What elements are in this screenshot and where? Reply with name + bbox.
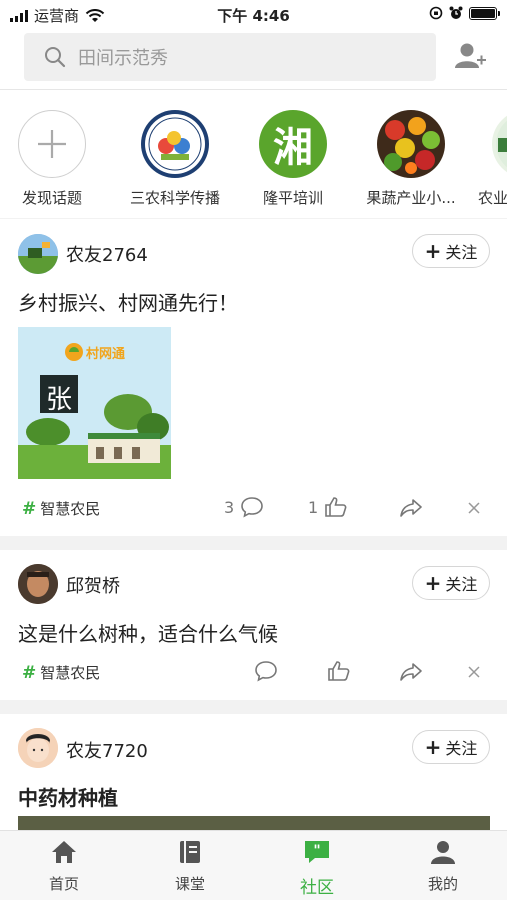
search-header: 田间示范秀 (0, 28, 507, 90)
tab-mine[interactable]: 我的 (403, 839, 483, 894)
fruit-image (377, 110, 445, 178)
tag-label: 智慧农民 (40, 664, 101, 682)
status-bar: 运营商 下午 4:46 (0, 0, 507, 28)
comment-icon (241, 497, 263, 518)
xiang-logo: 湘 (259, 110, 327, 178)
topic-label: 果蔬产业小... (366, 189, 456, 207)
book-icon (180, 841, 200, 863)
topic-label: 隆平培训 (262, 189, 323, 207)
comment-button[interactable]: 3 (224, 496, 264, 518)
topic-tag[interactable]: # 智慧农民 (22, 662, 100, 683)
close-icon[interactable] (467, 501, 481, 515)
topic-label: 三农科学传播 (129, 189, 220, 207)
like-count: 1 (308, 497, 319, 517)
plus-icon: + (424, 571, 442, 595)
tab-label: 课堂 (174, 875, 205, 893)
topic-longping[interactable]: 湘 隆平培训 (243, 110, 343, 208)
post-text: 中药材种植 (18, 786, 118, 810)
tab-label: 我的 (427, 875, 458, 893)
search-icon (45, 47, 66, 68)
follow-label: 关注 (445, 243, 478, 262)
topic-fruit-veg[interactable]: 果蔬产业小... (361, 110, 461, 208)
science-logo (141, 110, 209, 178)
follow-button[interactable]: + 关注 (412, 730, 490, 764)
like-button[interactable]: 1 (308, 496, 348, 518)
hash-icon: # (22, 662, 37, 683)
partial-logo (492, 110, 507, 178)
topic-label: 农业 (478, 189, 507, 207)
battery-icon (469, 6, 500, 20)
share-icon[interactable] (399, 497, 423, 519)
topic-agriculture[interactable]: 农业 (470, 110, 507, 208)
topic-tag[interactable]: # 智慧农民 (22, 498, 100, 519)
search-input[interactable]: 田间示范秀 (24, 33, 436, 81)
person-icon (431, 841, 455, 864)
post-card[interactable]: 农友2764 + 关注 乡村振兴、村网通先行！ 村网通 张 # 智慧农民 3 1 (0, 219, 507, 536)
topic-label: 发现话题 (21, 189, 82, 207)
post-image[interactable]: 村网通 张 (18, 327, 171, 479)
avatar[interactable] (18, 564, 58, 604)
home-icon (52, 841, 76, 863)
plus-icon: + (424, 735, 442, 759)
image-calligraphy: 张 (45, 385, 72, 415)
community-icon: " (305, 841, 329, 863)
post-image[interactable] (18, 816, 490, 830)
plus-icon: + (424, 239, 442, 263)
search-placeholder: 田间示范秀 (78, 48, 168, 69)
thumbs-up-icon (325, 497, 347, 517)
tab-label: 首页 (48, 875, 79, 893)
post-card[interactable]: 农友7720 + 关注 中药材种植 (0, 714, 507, 830)
tab-label: 社区 (300, 878, 334, 898)
follow-label: 关注 (445, 739, 478, 758)
avatar[interactable] (18, 728, 58, 768)
add-friend-icon[interactable] (455, 42, 487, 72)
topics-strip: 发现话题 三农科学传播 湘 隆平培训 果蔬产业小... 农业 (0, 90, 507, 218)
orientation-lock-icon (429, 6, 443, 20)
app-screen: 运营商 下午 4:46 田间示范秀 发现话题 三农科学传播 湘 隆平培训 果蔬产… (0, 0, 507, 900)
tab-home[interactable]: 首页 (24, 839, 104, 894)
alarm-icon (449, 6, 463, 19)
bottom-tab-bar: 首页 课堂 " 社区 我的 (0, 830, 507, 900)
username[interactable]: 邱贺桥 (66, 572, 120, 598)
follow-button[interactable]: + 关注 (412, 566, 490, 600)
username[interactable]: 农友7720 (66, 737, 148, 763)
post-text: 乡村振兴、村网通先行！ (18, 291, 238, 315)
follow-label: 关注 (445, 575, 478, 594)
tab-community[interactable]: " 社区 (277, 839, 357, 898)
post-text: 这是什么树种，适合什么气候 (18, 622, 278, 646)
svg-text:": " (313, 843, 320, 859)
share-icon[interactable] (399, 661, 423, 683)
tag-label: 智慧农民 (40, 500, 101, 518)
logo-text: 湘 (273, 125, 313, 171)
thumbs-up-icon[interactable] (327, 660, 351, 682)
hash-icon: # (22, 498, 37, 519)
username[interactable]: 农友2764 (66, 241, 148, 267)
tab-classroom[interactable]: 课堂 (150, 839, 230, 894)
plus-icon (18, 110, 86, 178)
topic-science[interactable]: 三农科学传播 (125, 110, 225, 208)
topic-discover[interactable]: 发现话题 (2, 110, 102, 208)
avatar[interactable] (18, 234, 58, 274)
image-title: 村网通 (86, 347, 126, 362)
comment-icon[interactable] (254, 660, 278, 682)
close-icon[interactable] (467, 665, 481, 679)
comment-count: 3 (224, 497, 235, 517)
post-card[interactable]: 邱贺桥 + 关注 这是什么树种，适合什么气候 # 智慧农民 (0, 550, 507, 700)
follow-button[interactable]: + 关注 (412, 234, 490, 268)
